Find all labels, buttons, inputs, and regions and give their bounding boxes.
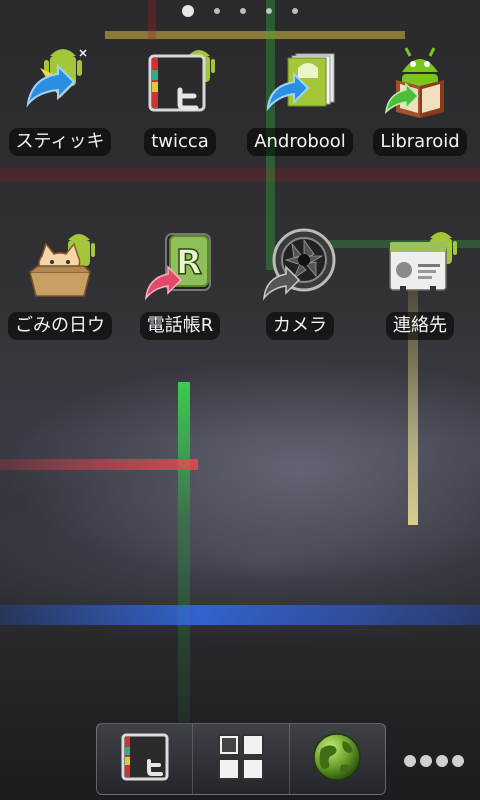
app-drawer-button[interactable]	[192, 724, 288, 794]
dock-twicca-button[interactable]	[97, 724, 192, 794]
app-shortcut-libraroid[interactable]: Libraroid	[360, 36, 480, 156]
more-dot	[452, 755, 464, 767]
twicca-icon	[140, 42, 220, 122]
wallpaper-stripe	[0, 459, 198, 470]
app-label: twicca	[144, 128, 216, 156]
more-dot	[436, 755, 448, 767]
app-label: 連絡先	[386, 312, 454, 340]
app-shortcut-denwacho[interactable]: R 電話帳R	[120, 220, 240, 340]
cat-in-box-icon	[20, 226, 100, 306]
camera-lens-icon	[260, 226, 340, 306]
dock	[96, 723, 386, 795]
more-dot	[404, 755, 416, 767]
libraroid-book-icon	[380, 42, 460, 122]
app-shortcut-gomi[interactable]: ごみの日ウ	[0, 220, 120, 340]
dock-browser-button[interactable]	[288, 724, 385, 794]
app-shortcut-camera[interactable]: カメラ	[240, 220, 360, 340]
page-dot[interactable]	[266, 8, 272, 14]
page-dot[interactable]	[214, 8, 220, 14]
sticky-note-icon	[20, 42, 100, 122]
twicca-icon	[119, 731, 171, 787]
page-indicator[interactable]	[0, 4, 480, 18]
page-dot-active[interactable]	[182, 5, 194, 17]
app-drawer-grid-icon	[216, 732, 266, 786]
svg-text:R: R	[176, 243, 202, 283]
app-shortcut-sticky[interactable]: スティッキ	[0, 36, 120, 156]
more-dots-icon[interactable]	[404, 755, 464, 767]
app-label: カメラ	[266, 312, 334, 340]
more-dot	[420, 755, 432, 767]
app-label: スティッキ	[8, 128, 112, 156]
contacts-card-icon	[380, 226, 460, 306]
androbook-icon	[260, 42, 340, 122]
app-label: ごみの日ウ	[8, 312, 112, 340]
wallpaper-stripe	[0, 168, 480, 182]
app-shortcut-contacts[interactable]: 連絡先	[360, 220, 480, 340]
app-label: 電話帳R	[139, 312, 221, 340]
page-dot[interactable]	[240, 8, 246, 14]
app-shortcut-androbook[interactable]: Androbool	[240, 36, 360, 156]
globe-icon	[311, 731, 363, 787]
page-dot[interactable]	[292, 8, 298, 14]
phonebook-r-icon: R	[140, 226, 220, 306]
wallpaper-stripe	[0, 605, 480, 625]
app-shortcut-twicca[interactable]: twicca	[120, 36, 240, 156]
app-label: Libraroid	[373, 128, 467, 156]
wallpaper-stripe	[178, 382, 190, 722]
app-label: Androbool	[247, 128, 353, 156]
